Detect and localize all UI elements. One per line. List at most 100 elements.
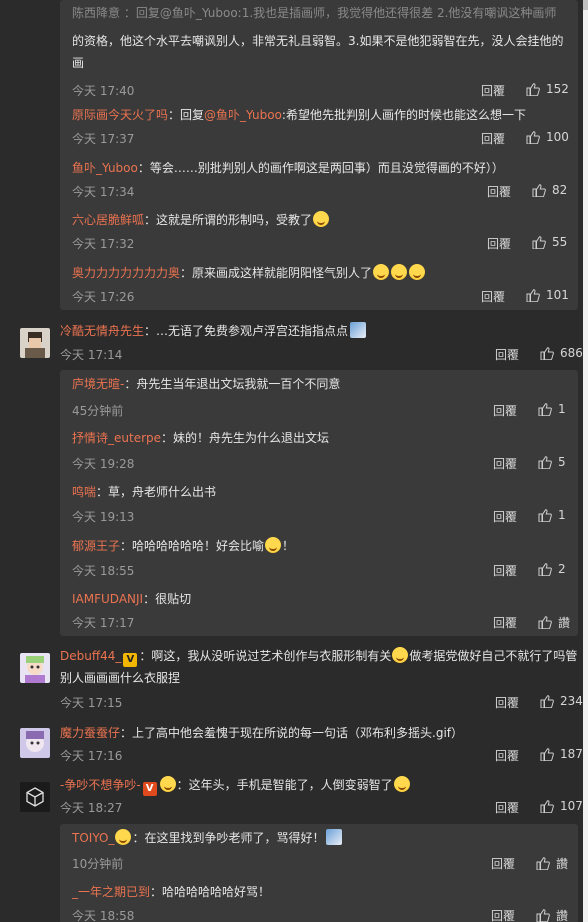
like-button[interactable]: 234 bbox=[540, 694, 583, 708]
like-button[interactable]: 152 bbox=[526, 82, 569, 96]
scrollbar-thumb[interactable] bbox=[583, 0, 588, 10]
reply-button[interactable]: 回覆 bbox=[495, 694, 519, 711]
timestamp: 今天 17:16 bbox=[60, 749, 123, 763]
like-button[interactable]: 101 bbox=[526, 288, 569, 302]
comment-username[interactable]: 魔力蚕蚕仔 bbox=[60, 726, 120, 740]
crying-emoji-icon bbox=[409, 264, 426, 280]
reply-body: ：等会……别批判别人的画作啊这是两回事）而且没觉得画的不好）） bbox=[137, 161, 504, 175]
timestamp: 今天 18:55 bbox=[72, 564, 135, 578]
like-button[interactable]: 讚 bbox=[536, 907, 568, 922]
reply-button[interactable]: 回覆 bbox=[495, 747, 519, 764]
reply-item: 鱼卟_Yuboo：等会……别批判别人的画作啊这是两回事）而且没觉得画的不好）） … bbox=[72, 157, 568, 199]
like-count: 5 bbox=[558, 455, 566, 469]
thumbs-up-icon bbox=[538, 508, 552, 522]
verified-badge-icon: V bbox=[123, 653, 138, 667]
reply-username[interactable]: 鱼卟_Yuboo bbox=[72, 161, 138, 175]
like-button[interactable]: 686 bbox=[540, 346, 583, 360]
reply-text: 鸣喘：草，舟老师什么出书 bbox=[72, 481, 568, 503]
like-button[interactable]: 1 bbox=[538, 402, 566, 416]
reply-text: 抒情诗_euterpe：妹的！舟先生为什么退出文坛 bbox=[72, 427, 568, 449]
comment-text: 魔力蚕蚕仔：上了高中他会羞愧于现在所说的每一句话（邓布利多摇头.gif） bbox=[60, 722, 578, 744]
reply-button[interactable]: 回覆 bbox=[493, 562, 517, 579]
reply-button[interactable]: 回覆 bbox=[491, 855, 515, 872]
comment-body: ：…无语了免费参观卢浮宫还指指点点 bbox=[144, 324, 349, 338]
reply-username[interactable]: 鸣喘 bbox=[72, 485, 96, 499]
reply-text: _一年之期已到：哈哈哈哈哈哈好骂！ bbox=[72, 881, 568, 903]
reply-button[interactable]: 回覆 bbox=[495, 346, 519, 363]
like-button[interactable]: 讚 bbox=[536, 855, 568, 872]
like-button[interactable]: 82 bbox=[532, 183, 567, 197]
comment-text: -争吵不想争吵- V ：这年头，手机是智能了，人倒变弱智了 bbox=[60, 774, 578, 796]
reply-meta: 10分钟前 回覆 讚 bbox=[72, 855, 568, 873]
like-button[interactable]: 187 bbox=[540, 747, 583, 761]
thumbs-up-icon bbox=[540, 747, 554, 761]
reply-meta: 今天 17:26 回覆 101 bbox=[72, 288, 569, 306]
reply-block-top: 陈西降意 ：回复@鱼卟_Yuboo:1.我也是插画师，我觉得他还得很差 2.他没… bbox=[60, 0, 578, 310]
timestamp: 今天 17:17 bbox=[72, 616, 135, 630]
like-count: 讚 bbox=[558, 616, 571, 630]
reply-button[interactable]: 回覆 bbox=[481, 130, 505, 147]
reply-username[interactable]: 郁源王子 bbox=[72, 539, 120, 553]
avatar[interactable] bbox=[20, 653, 50, 683]
reply-meta: 45分钟前 回覆 1 bbox=[72, 402, 568, 420]
avatar[interactable] bbox=[20, 328, 50, 358]
crying-emoji-icon bbox=[313, 211, 330, 227]
thumbs-up-icon bbox=[540, 799, 554, 813]
reply-button[interactable]: 回覆 bbox=[487, 183, 511, 200]
comment-item: Debuff44_ V ：啊这，我从没听说过艺术创作与衣服形制有关 做考据党做好自己不… bbox=[0, 645, 588, 711]
reply-username[interactable]: 六心居脆鲜呱 bbox=[72, 213, 144, 227]
reply-text: TOIYO_ ：在这里找到争吵老师了，骂得好！ bbox=[72, 827, 568, 849]
like-count: 讚 bbox=[556, 909, 569, 922]
reply-button[interactable]: 回覆 bbox=[493, 508, 517, 525]
comment-username[interactable]: -争吵不想争吵- bbox=[60, 778, 141, 792]
reply-button[interactable]: 回覆 bbox=[495, 799, 519, 816]
comment-meta: 今天 17:15 回覆 234 bbox=[60, 694, 583, 712]
reply-username[interactable]: 原际画今天火了吗 bbox=[72, 108, 168, 122]
reply-body: ：在这里找到争吵老师了，骂得好！ bbox=[132, 831, 325, 845]
reply-username[interactable]: 庐境无暄- bbox=[72, 377, 124, 391]
reply-text: IAMFUDANJI：很贴切 bbox=[72, 588, 568, 610]
like-button[interactable]: 1 bbox=[538, 508, 566, 522]
comment-body: ：啊这，我从没听说过艺术创作与衣服形制有关 bbox=[139, 649, 392, 663]
sticker-icon bbox=[326, 829, 343, 845]
verified-badge-icon: V bbox=[142, 782, 157, 796]
like-button[interactable]: 55 bbox=[532, 235, 567, 249]
avatar[interactable] bbox=[20, 782, 50, 812]
like-button[interactable]: 讚 bbox=[538, 614, 570, 631]
like-button[interactable]: 100 bbox=[526, 130, 569, 144]
like-button[interactable]: 2 bbox=[538, 562, 566, 576]
mention-link[interactable]: @鱼卟_Yuboo bbox=[204, 108, 282, 122]
reply-button[interactable]: 回覆 bbox=[493, 614, 517, 631]
reply-prefix: ：回复 bbox=[168, 108, 205, 122]
reply-username[interactable]: IAMFUDANJI bbox=[72, 592, 143, 606]
comment-meta: 今天 18:27 回覆 107 bbox=[60, 799, 583, 817]
reply-username[interactable]: 抒情诗_euterpe bbox=[72, 431, 161, 445]
timestamp: 今天 18:27 bbox=[60, 801, 123, 815]
reply-username[interactable]: 奥力力力力力力力奥 bbox=[72, 266, 180, 280]
reply-button[interactable]: 回覆 bbox=[481, 288, 505, 305]
thumbs-up-icon bbox=[526, 130, 540, 144]
reply-button[interactable]: 回覆 bbox=[491, 907, 515, 922]
crying-emoji-icon bbox=[373, 264, 390, 280]
like-count: 2 bbox=[558, 562, 566, 576]
avatar[interactable] bbox=[20, 728, 50, 758]
timestamp: 今天 17:14 bbox=[60, 348, 123, 362]
reply-username[interactable]: _一年之期已到 bbox=[72, 885, 150, 899]
comment-username[interactable]: 冷酷无情舟先生 bbox=[60, 324, 144, 338]
thumbs-up-icon bbox=[538, 616, 552, 629]
reply-button[interactable]: 回覆 bbox=[493, 402, 517, 419]
timestamp: 今天 17:15 bbox=[60, 696, 123, 710]
reply-username[interactable]: TOIYO_ bbox=[72, 831, 114, 845]
like-button[interactable]: 5 bbox=[538, 455, 566, 469]
thumbs-up-icon bbox=[540, 346, 554, 360]
comment-username[interactable]: Debuff44_ bbox=[60, 649, 121, 663]
reply-item: 陈西降意 ：回复@鱼卟_Yuboo:1.我也是插画师，我觉得他还得很差 2.他没… bbox=[72, 6, 569, 98]
reply-button[interactable]: 回覆 bbox=[487, 235, 511, 252]
reply-item: 庐境无暄-：舟先生当年退出文坛我就一百个不同意 45分钟前 回覆 1 bbox=[72, 373, 568, 418]
comment-body: ：上了高中他会羞愧于现在所说的每一句话（邓布利多摇头.gif） bbox=[120, 726, 464, 740]
crying-emoji-icon bbox=[392, 647, 409, 663]
timestamp: 45分钟前 bbox=[72, 404, 124, 418]
reply-button[interactable]: 回覆 bbox=[481, 82, 505, 99]
reply-button[interactable]: 回覆 bbox=[493, 455, 517, 472]
like-button[interactable]: 107 bbox=[540, 799, 583, 813]
